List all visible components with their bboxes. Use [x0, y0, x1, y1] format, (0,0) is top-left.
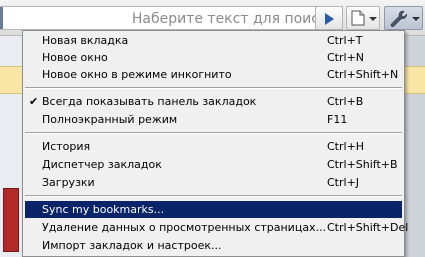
menu-item-label: Удаление данных о просмотренных страница…: [42, 221, 327, 234]
menu-item-shortcut: Ctrl+B: [327, 95, 364, 108]
menu-item-label: Новое окно: [42, 51, 108, 64]
chevron-down-icon: [412, 17, 420, 21]
menu-item-new-tab[interactable]: Новая вкладка Ctrl+T: [25, 32, 402, 49]
chevron-down-icon: [369, 17, 377, 21]
menu-item-new-incognito-window[interactable]: Новое окно в режиме инкогнито Ctrl+Shift…: [25, 66, 402, 83]
menu-separator: [25, 195, 402, 197]
menu-item-label: История: [42, 140, 91, 153]
page-menu-button[interactable]: [346, 6, 380, 30]
menu-separator: [25, 132, 402, 134]
menu-item-label: Всегда показывать панель закладок: [42, 95, 257, 108]
checkmark-icon: ✔: [29, 95, 39, 108]
menu-item-downloads[interactable]: Загрузки Ctrl+J: [25, 174, 402, 191]
page-icon: [351, 10, 365, 26]
page-background-left: [0, 36, 22, 257]
wrench-dropdown-menu: Новая вкладка Ctrl+T Новое окно Ctrl+N Н…: [22, 30, 408, 257]
menu-item-shortcut: Ctrl+J: [327, 176, 360, 189]
bookmark-bar-fragment: [405, 66, 425, 94]
menu-item-import-bookmarks[interactable]: Импорт закладок и настроек...: [25, 237, 402, 254]
wrench-icon: [390, 10, 407, 27]
go-arrow-icon: [325, 13, 334, 25]
menu-item-label: Загрузки: [42, 176, 95, 189]
menu-item-shortcut: Ctrl+Shift+B: [327, 158, 398, 171]
wrench-menu-button[interactable]: [384, 6, 423, 30]
page-content-fragment: [3, 188, 19, 252]
menu-separator: [25, 87, 402, 89]
menu-item-label: Sync my bookmarks...: [42, 203, 165, 216]
menu-item-shortcut: F11: [327, 113, 348, 126]
menu-item-fullscreen[interactable]: Полноэкранный режим F11: [25, 111, 402, 128]
bookmark-bar-fragment: [0, 66, 22, 94]
menu-item-label: Диспетчер закладок: [42, 158, 162, 171]
menu-item-label: Полноэкранный режим: [42, 113, 178, 126]
menu-item-shortcut: Ctrl+H: [327, 140, 365, 153]
menu-item-new-window[interactable]: Новое окно Ctrl+N: [25, 49, 402, 66]
menu-item-shortcut: Ctrl+Shift+Del: [327, 221, 409, 234]
menu-item-shortcut: Ctrl+T: [327, 34, 363, 47]
search-input[interactable]: Наберите текст для поиска: [0, 6, 343, 30]
menu-item-clear-browsing-data[interactable]: Удаление данных о просмотренных страница…: [25, 219, 408, 236]
menu-item-shortcut: Ctrl+N: [327, 51, 365, 64]
menu-item-bookmark-manager[interactable]: Диспетчер закладок Ctrl+Shift+B: [25, 156, 402, 173]
search-go-button[interactable]: [315, 6, 343, 30]
menu-item-label: Новое окно в режиме инкогнито: [42, 68, 232, 81]
menu-item-shortcut: Ctrl+Shift+N: [327, 68, 399, 81]
menu-item-always-show-bookmarks-bar[interactable]: ✔ Всегда показывать панель закладок Ctrl…: [25, 93, 402, 110]
menu-item-label: Новая вкладка: [42, 34, 129, 47]
menu-item-sync-bookmarks[interactable]: Sync my bookmarks...: [25, 201, 402, 218]
menu-item-label: Импорт закладок и настроек...: [42, 239, 222, 252]
menu-item-history[interactable]: История Ctrl+H: [25, 138, 402, 155]
